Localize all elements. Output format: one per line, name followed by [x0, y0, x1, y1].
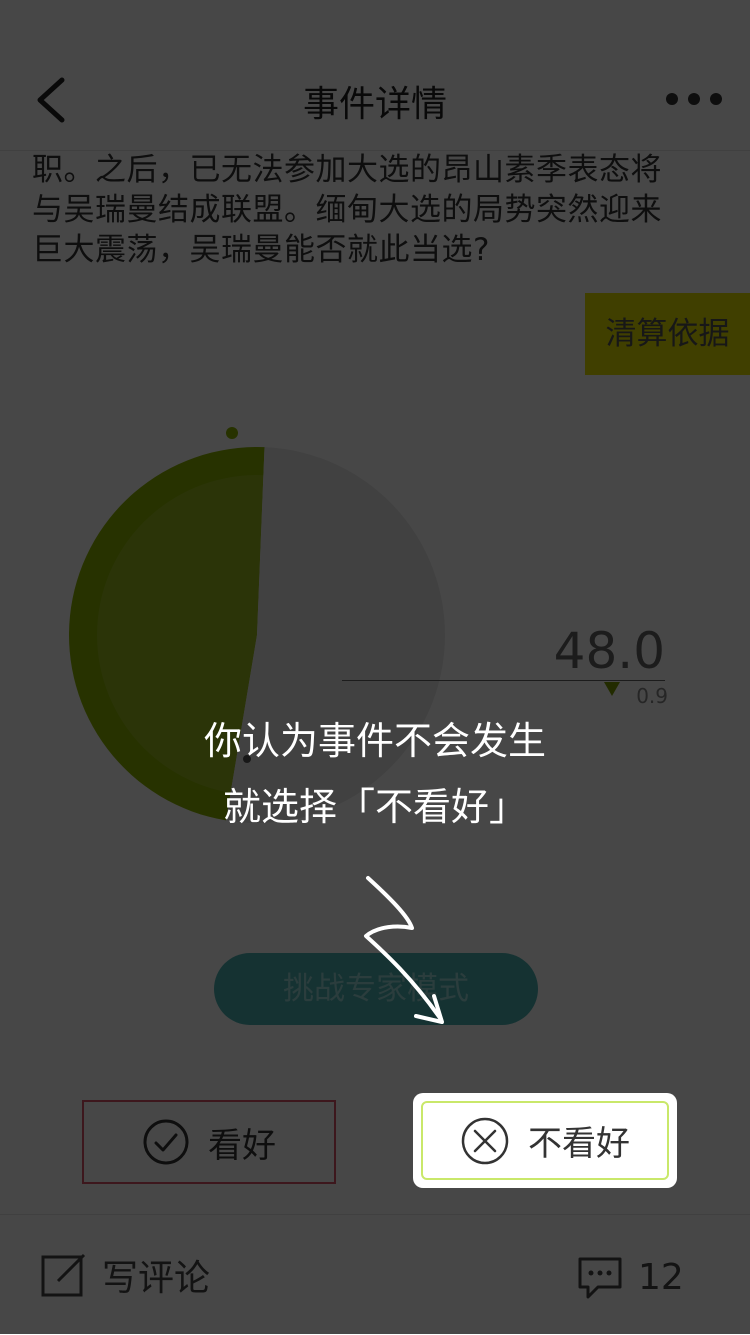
event-description: 职。之后，已无法参加大选的昂山素季表态将 与吴瑞曼结成联盟。缅甸大选的局势突然迎… [32, 150, 722, 270]
comment-bubble-icon [578, 1257, 622, 1299]
comments-button[interactable]: 12 [576, 1249, 684, 1305]
check-circle-icon [143, 1119, 189, 1165]
edit-icon [41, 1253, 86, 1297]
write-comment-button[interactable]: 写评论 [40, 1247, 210, 1303]
probability-value: 48.0 [553, 622, 665, 680]
description-line: 巨大震荡，吴瑞曼能否就此当选? [32, 232, 490, 268]
guide-text-line1: 你认为事件不会发生 [203, 719, 546, 763]
value-leader-line [342, 680, 665, 681]
pie-marker-dot [226, 427, 238, 439]
bearish-label: 不看好 [528, 1124, 630, 1164]
guide-arrow-icon [364, 876, 444, 1024]
page-title: 事件详情 [302, 84, 447, 125]
comment-count: 12 [638, 1256, 684, 1298]
header-bar: 事件详情 [0, 0, 750, 151]
bullish-button[interactable]: 看好 [82, 1100, 336, 1184]
highlighted-bearish-button[interactable]: 不看好 [413, 1093, 677, 1188]
bullish-label: 看好 [208, 1125, 276, 1166]
description-line: 职。之后，已无法参加大选的昂山素季表态将 [32, 152, 662, 188]
bottom-bar: 写评论 12 [0, 1214, 750, 1335]
down-arrow-icon [604, 682, 620, 696]
write-comment-label: 写评论 [102, 1258, 211, 1299]
bearish-button[interactable]: 不看好 [421, 1101, 669, 1180]
probability-change: 0.9 [636, 684, 668, 708]
settlement-basis-button[interactable]: 清算依据 [585, 293, 750, 375]
guide-text-line2: 就选择「不看好」 [222, 785, 527, 829]
more-icon[interactable] [662, 84, 732, 114]
description-line: 与吴瑞曼结成联盟。缅甸大选的局势突然迎来 [32, 192, 662, 228]
close-circle-icon [461, 1117, 509, 1164]
